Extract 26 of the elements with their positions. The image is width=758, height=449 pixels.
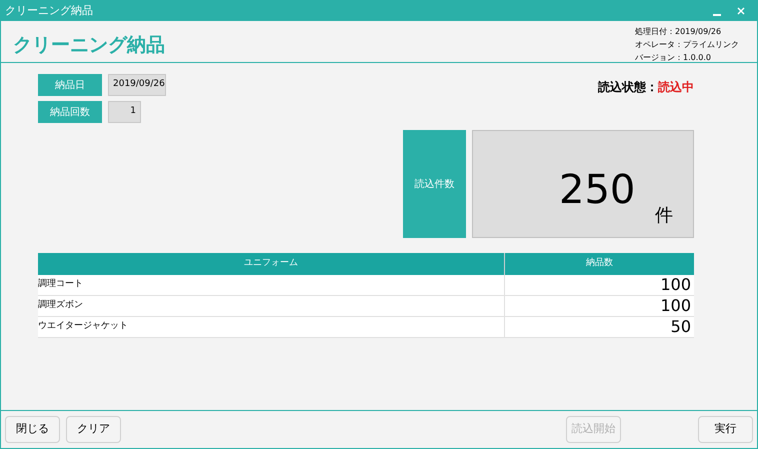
column-header: ユニフォーム [38,253,505,275]
action-button[interactable]: クリア [66,416,121,443]
close-icon[interactable] [737,7,745,15]
action-button[interactable]: 実行 [698,416,753,443]
window-title: クリーニング納品 [5,2,94,19]
field-label: 納品日 [38,74,102,96]
field-label: 納品回数 [38,101,102,123]
action-button[interactable]: 閉じる [5,416,60,443]
header-info: オペレータ：プライムリンク [635,39,740,51]
header-info: バージョン：1.0.0.0 [635,52,712,64]
table-cell: 調理ズボン [38,296,505,316]
table-cell: 調理コート [38,275,505,295]
status-label: 読込状態： [598,80,658,94]
count-label: 読込件数 [403,130,466,238]
count-unit: 件 [655,205,673,227]
table-cell: ウエイタージャケット [38,317,505,337]
table-cell-text: 50 [670,317,692,337]
value-field[interactable]: 2019/09/26 [108,74,166,96]
page-title: クリーニング納品 [13,33,166,58]
header-info: 処理日付：2019/09/26 [635,26,722,38]
table-cell-text: 100 [659,296,692,316]
table-cell-text: 100 [659,275,692,295]
column-header: 納品数 [585,256,614,270]
count-value: 250 [559,167,636,213]
value-field[interactable]: 1 [108,101,141,123]
status-value: 読込中 [658,80,694,94]
